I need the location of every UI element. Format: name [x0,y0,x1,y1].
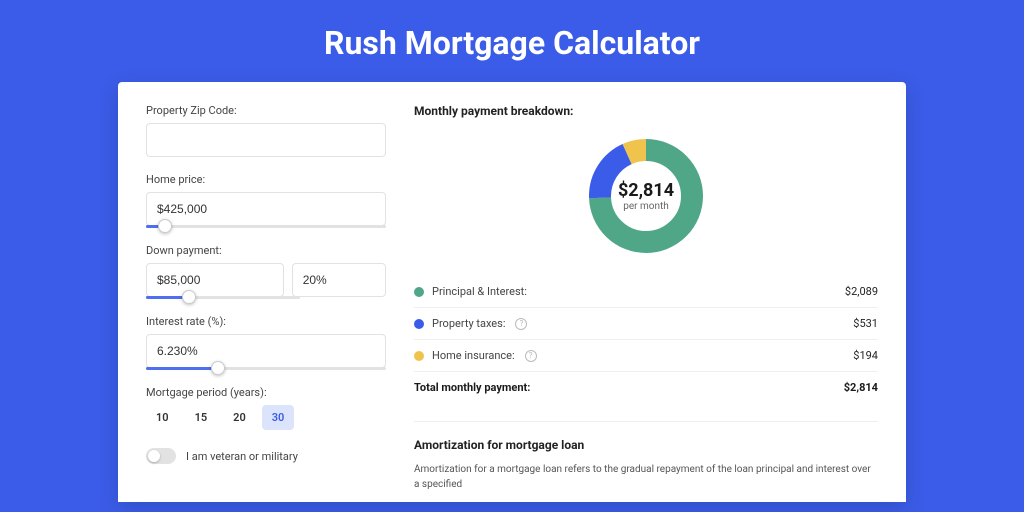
total-label: Total monthly payment: [414,381,530,394]
field-mortgage-period: Mortgage period (years): 10 15 20 30 [146,386,386,430]
amortization-section: Amortization for mortgage loan Amortizat… [414,421,878,492]
interest-rate-input[interactable] [146,334,386,368]
legend-row-insurance: Home insurance: ? $194 [414,340,878,372]
amortization-text: Amortization for a mortgage loan refers … [414,462,878,492]
donut-chart: $2,814 per month [586,136,706,256]
field-down-payment: Down payment: [146,244,386,299]
amortization-heading: Amortization for mortgage loan [414,438,878,452]
period-btn-20[interactable]: 20 [223,405,256,430]
donut-center-value: $2,814 [618,180,674,201]
legend-value: $2,089 [845,285,878,298]
field-zip: Property Zip Code: [146,104,386,157]
legend-row-total: Total monthly payment: $2,814 [414,372,878,403]
zip-label: Property Zip Code: [146,104,386,117]
period-buttons: 10 15 20 30 [146,405,386,430]
toggle-knob [148,450,160,462]
legend-label: Home insurance: [432,349,515,362]
field-interest-rate: Interest rate (%): [146,315,386,370]
zip-input[interactable] [146,123,386,157]
legend-label: Property taxes: [432,317,505,330]
legend-row-taxes: Property taxes: ? $531 [414,308,878,340]
breakdown-heading: Monthly payment breakdown: [414,104,878,118]
donut-center-sub: per month [623,201,669,212]
veteran-toggle[interactable] [146,448,176,464]
inputs-column: Property Zip Code: Home price: Down paym… [146,104,386,502]
total-value: $2,814 [844,381,878,394]
dot-icon [414,287,424,297]
period-btn-10[interactable]: 10 [146,405,179,430]
interest-rate-label: Interest rate (%): [146,315,386,328]
home-price-input[interactable] [146,192,386,226]
slider-thumb[interactable] [158,219,172,233]
mortgage-period-label: Mortgage period (years): [146,386,386,399]
down-payment-label: Down payment: [146,244,386,257]
slider-thumb[interactable] [211,361,225,375]
veteran-label: I am veteran or military [186,450,298,463]
home-price-slider[interactable] [146,225,386,228]
down-payment-amount-input[interactable] [146,263,284,297]
legend-label: Principal & Interest: [432,285,527,298]
info-icon[interactable]: ? [515,318,527,330]
veteran-toggle-row: I am veteran or military [146,448,386,464]
calculator-card: Property Zip Code: Home price: Down paym… [118,82,906,502]
home-price-label: Home price: [146,173,386,186]
dot-icon [414,319,424,329]
field-home-price: Home price: [146,173,386,228]
period-btn-30[interactable]: 30 [262,405,295,430]
interest-rate-slider[interactable] [146,367,386,370]
page-title: Rush Mortgage Calculator [0,0,1024,82]
slider-thumb[interactable] [182,290,196,304]
info-icon[interactable]: ? [525,350,537,362]
down-payment-slider[interactable] [146,296,300,299]
legend-value: $194 [853,349,878,362]
donut-chart-wrap: $2,814 per month [414,136,878,256]
down-payment-percent-input[interactable] [292,263,386,297]
legend-row-principal: Principal & Interest: $2,089 [414,276,878,308]
legend-value: $531 [853,317,878,330]
dot-icon [414,351,424,361]
period-btn-15[interactable]: 15 [185,405,218,430]
breakdown-column: Monthly payment breakdown: $2,814 per mo… [414,104,878,502]
